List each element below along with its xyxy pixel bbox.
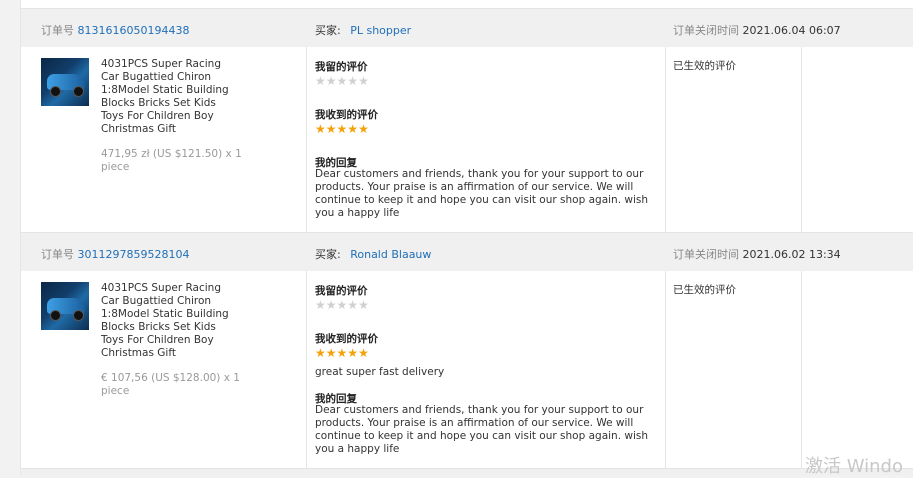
star-icon: ★ bbox=[358, 74, 369, 88]
order-number-link[interactable]: 3011297859528104 bbox=[78, 248, 190, 261]
order-header: 订单号 3011297859528104 买家: Ronald Blaauw 订… bbox=[21, 232, 913, 272]
windows-activation-watermark: 激活 Windo bbox=[805, 456, 903, 477]
star-icon: ★ bbox=[336, 298, 348, 312]
order-row: 4031PCS Super Racing Car Bugattied Chiro… bbox=[21, 271, 913, 468]
order-number: 订单号 3011297859528104 bbox=[41, 246, 189, 262]
order-header: 订单号 8131616050194438 买家: PL shopper 订单关闭… bbox=[21, 8, 913, 48]
received-review-label: 我收到的评价 bbox=[315, 109, 378, 121]
my-review-stars: ★★★★★ bbox=[315, 299, 369, 311]
star-icon: ★ bbox=[325, 74, 337, 88]
order-number-label: 订单号 bbox=[41, 248, 74, 261]
order-number: 订单号 8131616050194438 bbox=[41, 22, 189, 38]
star-icon: ★ bbox=[325, 298, 337, 312]
star-icon: ★ bbox=[315, 74, 326, 88]
received-review-label: 我收到的评价 bbox=[315, 333, 378, 345]
wheel bbox=[50, 86, 61, 97]
star-icon: ★ bbox=[336, 346, 348, 360]
star-icon: ★ bbox=[315, 346, 326, 360]
received-review-stars: ★★★★★ bbox=[315, 123, 369, 135]
product-title[interactable]: 4031PCS Super Racing Car Bugattied Chiro… bbox=[101, 282, 241, 360]
divider bbox=[665, 271, 666, 468]
close-time-value: 2021.06.02 13:34 bbox=[742, 248, 841, 261]
product-title[interactable]: 4031PCS Super Racing Car Bugattied Chiro… bbox=[101, 58, 241, 136]
star-icon: ★ bbox=[347, 346, 359, 360]
star-icon: ★ bbox=[358, 346, 369, 360]
wheel bbox=[50, 310, 61, 321]
order-row: 4031PCS Super Racing Car Bugattied Chiro… bbox=[21, 47, 913, 232]
buyer-link[interactable]: Ronald Blaauw bbox=[350, 248, 431, 261]
close-time: 订单关闭时间 2021.06.02 13:34 bbox=[673, 246, 841, 262]
star-icon: ★ bbox=[336, 122, 348, 136]
my-review-label: 我留的评价 bbox=[315, 285, 368, 297]
order-number-label: 订单号 bbox=[41, 24, 74, 37]
star-icon: ★ bbox=[325, 122, 337, 136]
divider bbox=[306, 47, 307, 232]
divider bbox=[665, 47, 666, 232]
star-icon: ★ bbox=[358, 122, 369, 136]
reply-text: Dear customers and friends, thank you fo… bbox=[315, 404, 649, 455]
buyer-label: 买家: bbox=[315, 24, 341, 37]
received-review-text: great super fast delivery bbox=[315, 366, 445, 378]
buyer: 买家: Ronald Blaauw bbox=[315, 246, 431, 262]
my-review-label: 我留的评价 bbox=[315, 61, 368, 73]
divider bbox=[306, 271, 307, 468]
wheel bbox=[73, 86, 84, 97]
star-icon: ★ bbox=[347, 122, 359, 136]
star-icon: ★ bbox=[347, 298, 359, 312]
star-icon: ★ bbox=[336, 74, 348, 88]
review-status: 已生效的评价 bbox=[673, 60, 736, 72]
star-icon: ★ bbox=[325, 346, 337, 360]
divider bbox=[801, 271, 802, 468]
buyer-label: 买家: bbox=[315, 248, 341, 261]
my-review-stars: ★★★★★ bbox=[315, 75, 369, 87]
buyer-link[interactable]: PL shopper bbox=[350, 24, 411, 37]
close-time-label: 订单关闭时间 bbox=[673, 24, 739, 37]
product-thumbnail[interactable] bbox=[41, 282, 89, 330]
product-thumbnail[interactable] bbox=[41, 58, 89, 106]
order-number-link[interactable]: 8131616050194438 bbox=[78, 24, 190, 37]
star-icon: ★ bbox=[358, 298, 369, 312]
close-time-value: 2021.06.04 06:07 bbox=[742, 24, 841, 37]
product-price: € 107,56 (US $128.00) x 1 piece bbox=[101, 372, 240, 397]
close-time-label: 订单关闭时间 bbox=[673, 248, 739, 261]
review-status: 已生效的评价 bbox=[673, 284, 736, 296]
divider bbox=[801, 47, 802, 232]
product-price: 471,95 zł (US $121.50) x 1 piece bbox=[101, 148, 242, 173]
buyer: 买家: PL shopper bbox=[315, 22, 411, 38]
review-table: 订单号 8131616050194438 买家: PL shopper 订单关闭… bbox=[20, 0, 913, 476]
star-icon: ★ bbox=[315, 122, 326, 136]
reply-text: Dear customers and friends, thank you fo… bbox=[315, 168, 649, 219]
close-time: 订单关闭时间 2021.06.04 06:07 bbox=[673, 22, 841, 38]
received-review-stars: ★★★★★ bbox=[315, 347, 369, 359]
star-icon: ★ bbox=[315, 298, 326, 312]
star-icon: ★ bbox=[347, 74, 359, 88]
wheel bbox=[73, 310, 84, 321]
